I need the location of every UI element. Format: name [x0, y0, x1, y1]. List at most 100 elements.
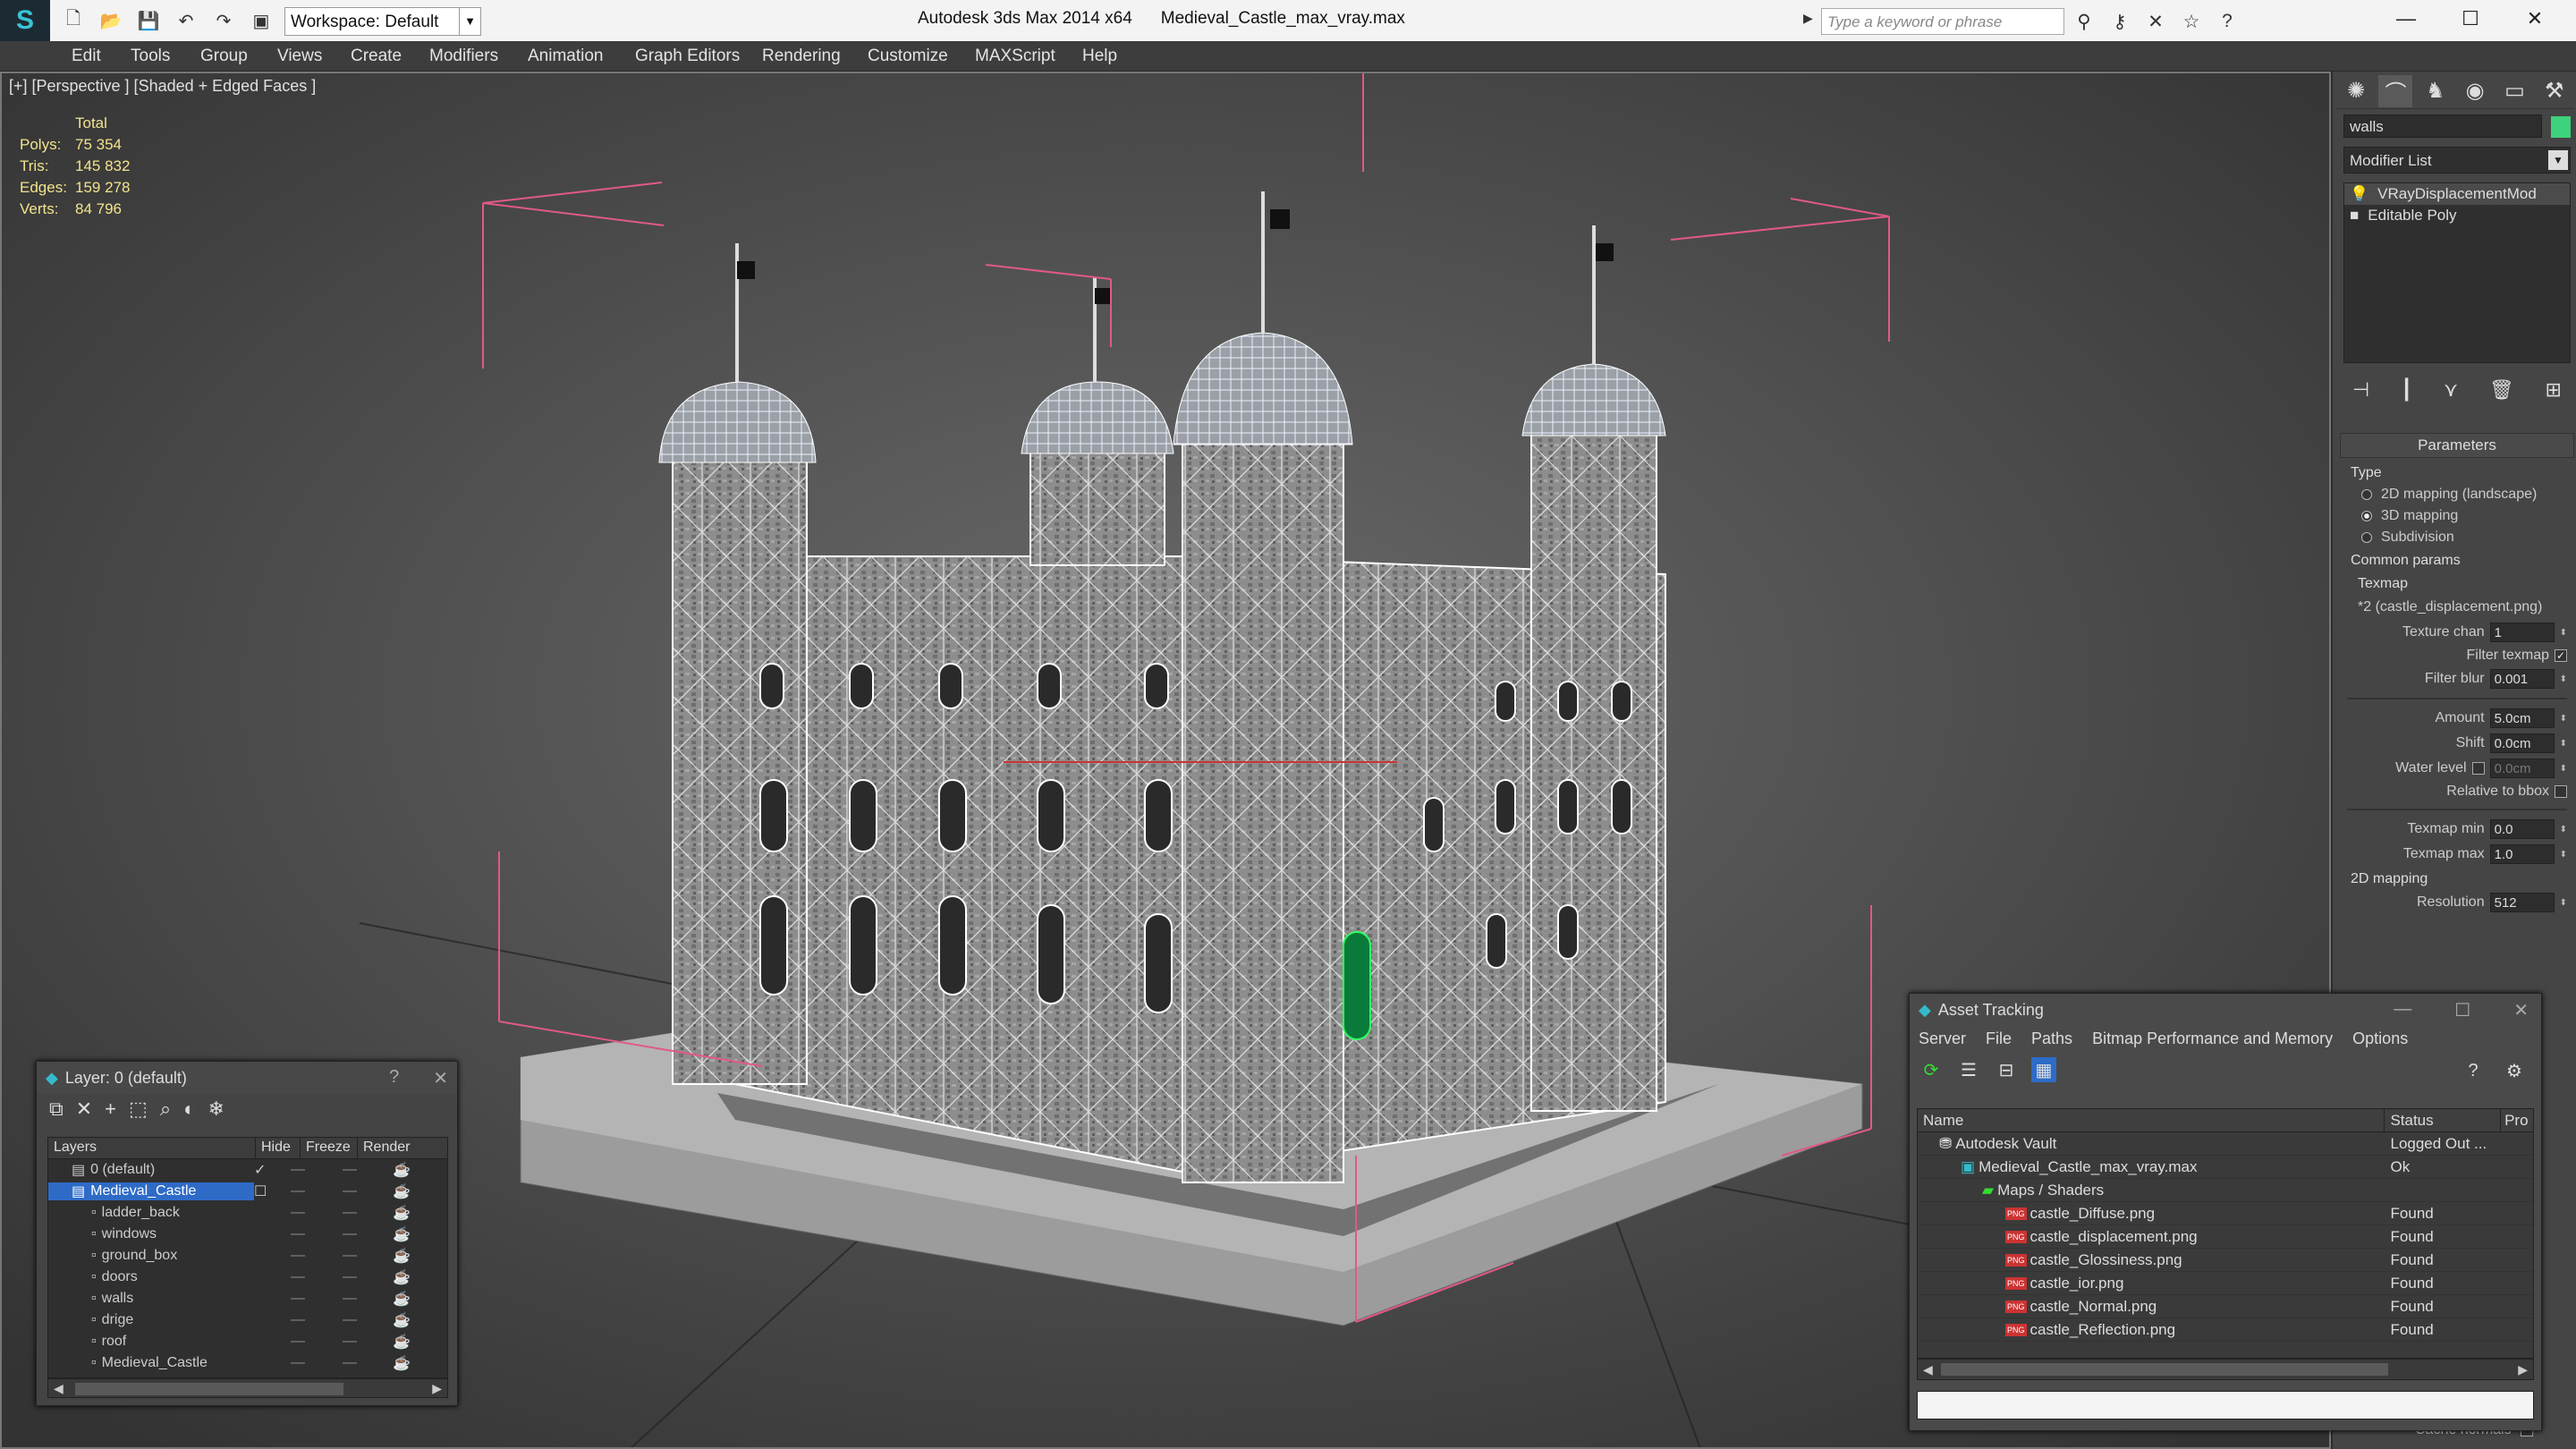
spinner-arrows-icon[interactable]: ⬍ — [2560, 674, 2567, 684]
spinner-arrows-icon[interactable]: ⬍ — [2560, 739, 2567, 749]
layer-row[interactable]: ▫ Medieval_Castle — — ☕ — [48, 1352, 447, 1374]
layer-row[interactable]: ▫ drige — — ☕ — [48, 1309, 447, 1331]
scroll-left-icon[interactable]: ◀ — [1923, 1362, 1933, 1377]
hide-toggle[interactable]: — — [272, 1269, 324, 1285]
column-header-freeze[interactable]: Freeze — [301, 1138, 358, 1158]
texture-chan-spinner[interactable]: 1 — [2489, 623, 2555, 642]
add-to-layer-icon[interactable]: + — [105, 1097, 116, 1121]
stack-item-editable-poly[interactable]: ■ Editable Poly — [2344, 205, 2570, 226]
asset-menu-options[interactable]: Options — [2352, 1030, 2408, 1049]
hierarchy-tab-icon[interactable]: ♞ — [2419, 75, 2453, 107]
menu-tools[interactable]: Tools — [131, 47, 170, 66]
menu-create[interactable]: Create — [351, 47, 402, 66]
utilities-tab-icon[interactable]: ⚒ — [2538, 75, 2572, 107]
hide-toggle[interactable]: — — [272, 1312, 324, 1328]
object-name-field[interactable]: walls — [2343, 114, 2542, 138]
menu-modifiers[interactable]: Modifiers — [429, 47, 498, 66]
texmap-button[interactable]: *2 (castle_displacement.png) — [2358, 599, 2574, 615]
hide-toggle[interactable]: — — [272, 1205, 324, 1221]
show-end-result-icon[interactable]: ┃ — [2401, 378, 2412, 402]
radio-button[interactable] — [2361, 489, 2372, 500]
asset-row[interactable]: PNG castle_Diffuse.png Found — [1918, 1202, 2533, 1225]
asset-row[interactable]: PNG castle_ior.png Found — [1918, 1272, 2533, 1295]
close-button[interactable]: ✕ — [433, 1067, 448, 1089]
search-expand-icon[interactable]: ▶ — [1803, 11, 1818, 34]
configure-sets-icon[interactable]: ⊞ — [2546, 378, 2562, 402]
help-icon[interactable]: ? — [2211, 7, 2243, 36]
render-teapot-icon[interactable]: ☕ — [376, 1311, 428, 1329]
object-color-swatch[interactable] — [2551, 116, 2571, 138]
minimize-icon[interactable]: — — [2394, 999, 2411, 1021]
menu-help[interactable]: Help — [1082, 47, 1117, 66]
render-teapot-icon[interactable]: ☕ — [376, 1182, 428, 1200]
render-teapot-icon[interactable]: ☕ — [376, 1333, 428, 1351]
asset-row[interactable]: PNG castle_displacement.png Found — [1918, 1225, 2533, 1249]
layer-horizontal-scrollbar[interactable]: ◀ ▶ — [47, 1378, 448, 1398]
freeze-toggle[interactable]: — — [324, 1183, 376, 1199]
type-radio-3d[interactable]: 3D mapping — [2361, 508, 2574, 524]
stack-item-vraydisplacement[interactable]: 💡 VRayDisplacementMod — [2344, 183, 2570, 205]
asset-row[interactable]: PNG castle_Reflection.png Found — [1918, 1318, 2533, 1342]
settings-icon[interactable]: ⚙ — [2502, 1058, 2527, 1083]
hide-toggle[interactable]: — — [272, 1334, 324, 1350]
menu-group[interactable]: Group — [200, 47, 248, 66]
motion-tab-icon[interactable]: ◉ — [2458, 75, 2492, 107]
spinner-arrows-icon[interactable]: ⬍ — [2560, 850, 2567, 860]
make-unique-icon[interactable]: ⋎ — [2444, 378, 2458, 402]
render-teapot-icon[interactable]: ☕ — [376, 1247, 428, 1265]
freeze-all-icon[interactable]: ❄ — [208, 1097, 224, 1121]
maximize-icon[interactable]: ☐ — [2454, 999, 2470, 1021]
column-header-name[interactable]: Name — [1918, 1109, 2385, 1131]
layer-row[interactable]: ▫ walls — — ☕ — [48, 1288, 447, 1309]
column-header-render[interactable]: Render — [358, 1138, 420, 1158]
asset-menu-paths[interactable]: Paths — [2031, 1030, 2072, 1049]
menu-rendering[interactable]: Rendering — [762, 47, 841, 66]
spinner-arrows-icon[interactable]: ⬍ — [2560, 764, 2567, 774]
create-tab-icon[interactable]: ✺ — [2339, 75, 2373, 107]
render-teapot-icon[interactable]: ☕ — [376, 1354, 428, 1372]
modifier-list-dropdown[interactable]: Modifier List ▼ — [2343, 147, 2571, 174]
undo-icon[interactable]: ↶ — [170, 5, 202, 36]
layer-row[interactable]: ▤ Medieval_Castle ☐ — — ☕ — [48, 1181, 447, 1202]
active-layer-check-icon[interactable]: ✓ — [254, 1161, 272, 1179]
parameters-rollout-header[interactable]: Parameters — [2340, 433, 2574, 458]
new-file-icon[interactable]: 🗋 — [57, 5, 89, 36]
freeze-toggle[interactable]: — — [324, 1291, 376, 1307]
water-level-checkbox[interactable] — [2471, 762, 2485, 775]
type-radio-subdivision[interactable]: Subdivision — [2361, 530, 2574, 546]
exchange-icon[interactable]: ✕ — [2140, 7, 2172, 36]
asset-row[interactable]: ▰ Maps / Shaders — [1918, 1179, 2533, 1202]
delete-layer-icon[interactable]: ✕ — [76, 1097, 92, 1121]
spinner-arrows-icon[interactable]: ⬍ — [2560, 714, 2567, 724]
menu-customize[interactable]: Customize — [868, 47, 948, 66]
column-header-layers[interactable]: Layers — [48, 1138, 256, 1158]
spinner-arrows-icon[interactable]: ⬍ — [2560, 628, 2567, 638]
hide-toggle[interactable]: — — [272, 1355, 324, 1371]
redo-icon[interactable]: ↷ — [208, 5, 240, 36]
asset-path-field[interactable] — [1917, 1391, 2534, 1419]
layer-row[interactable]: ▫ ground_box — — ☕ — [48, 1245, 447, 1267]
table-view-icon[interactable]: ▦ — [2031, 1057, 2056, 1082]
column-header-hide[interactable]: Hide — [256, 1138, 301, 1158]
modify-tab-icon[interactable]: ⌒ — [2378, 74, 2413, 107]
asset-horizontal-scrollbar[interactable]: ◀ ▶ — [1917, 1359, 2534, 1380]
scroll-thumb[interactable] — [75, 1383, 343, 1395]
key-icon[interactable]: ⚷ — [2104, 7, 2136, 36]
asset-row[interactable]: ▣ Medieval_Castle_max_vray.max Ok — [1918, 1156, 2533, 1179]
layer-row[interactable]: ▫ windows — — ☕ — [48, 1224, 447, 1245]
freeze-toggle[interactable]: — — [324, 1312, 376, 1328]
help-icon[interactable]: ? — [2461, 1058, 2486, 1083]
app-logo-button[interactable]: S — [0, 0, 50, 41]
menu-views[interactable]: Views — [277, 47, 322, 66]
layer-window-titlebar[interactable]: ◆ Layer: 0 (default) ? ✕ — [37, 1062, 457, 1094]
menu-edit[interactable]: Edit — [72, 47, 101, 66]
spinner-arrows-icon[interactable]: ⬍ — [2560, 825, 2567, 835]
water-level-spinner[interactable]: 0.0cm — [2489, 758, 2555, 778]
asset-row[interactable]: PNG castle_Glossiness.png Found — [1918, 1249, 2533, 1272]
freeze-toggle[interactable]: — — [324, 1334, 376, 1350]
render-teapot-icon[interactable]: ☕ — [376, 1161, 428, 1179]
scroll-right-icon[interactable]: ▶ — [432, 1381, 442, 1396]
minimize-icon[interactable]: — — [2374, 0, 2438, 38]
scroll-right-icon[interactable]: ▶ — [2518, 1362, 2528, 1377]
viewport-label[interactable]: [+] [Perspective ] [Shaded + Edged Faces… — [9, 77, 316, 96]
